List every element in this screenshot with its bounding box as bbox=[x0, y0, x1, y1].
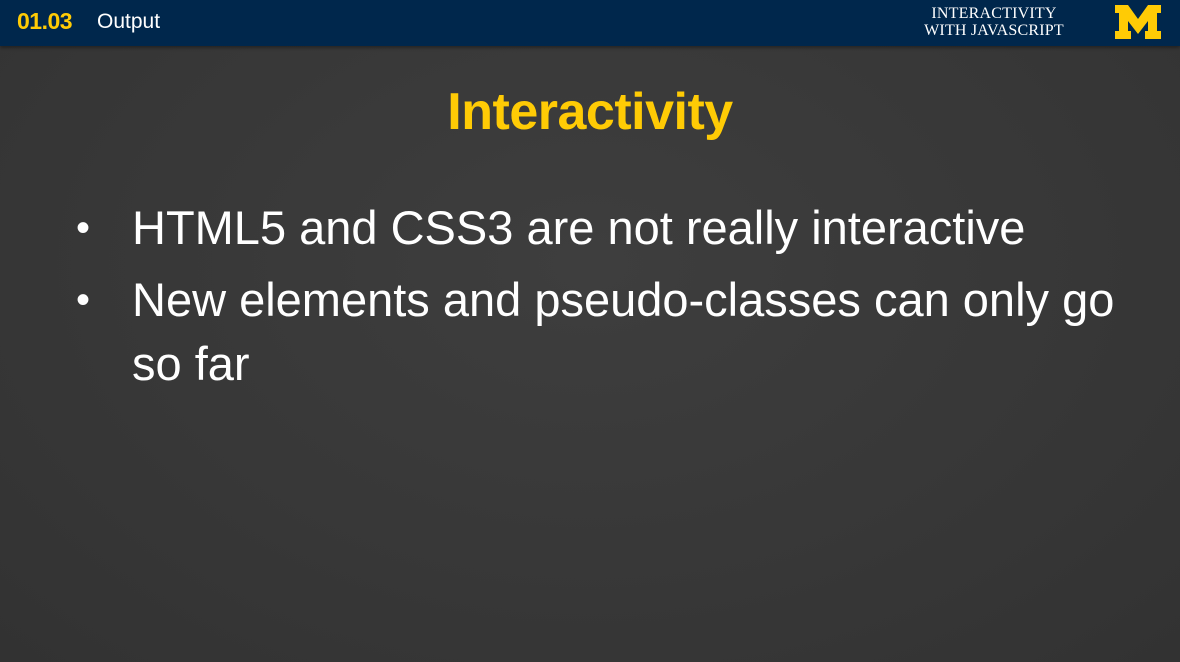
course-title-line-2: WITH JAVASCRIPT bbox=[924, 22, 1064, 39]
university-m-logo-icon bbox=[1115, 5, 1161, 39]
lesson-title: Output bbox=[97, 10, 161, 33]
slide-title: Interactivity bbox=[447, 83, 733, 141]
bullet-text: New elements and pseudo-classes can only… bbox=[132, 273, 1115, 390]
bullet-list: • HTML5 and CSS3 are not really interact… bbox=[70, 196, 1130, 404]
bullet-item: • New elements and pseudo-classes can on… bbox=[70, 268, 1130, 396]
slide-frame: 01.03 Output INTERACTIVITY WITH JAVASCRI… bbox=[0, 0, 1180, 662]
bullet-point-icon: • bbox=[76, 278, 91, 322]
lesson-number: 01.03 bbox=[17, 8, 73, 34]
course-title-line-1: INTERACTIVITY bbox=[931, 5, 1057, 22]
course-title: INTERACTIVITY WITH JAVASCRIPT bbox=[904, 5, 1084, 39]
header-bar: 01.03 Output INTERACTIVITY WITH JAVASCRI… bbox=[0, 0, 1180, 46]
bullet-item: • HTML5 and CSS3 are not really interact… bbox=[70, 196, 1130, 260]
bullet-text: HTML5 and CSS3 are not really interactiv… bbox=[132, 201, 1026, 254]
bullet-point-icon: • bbox=[76, 206, 91, 250]
